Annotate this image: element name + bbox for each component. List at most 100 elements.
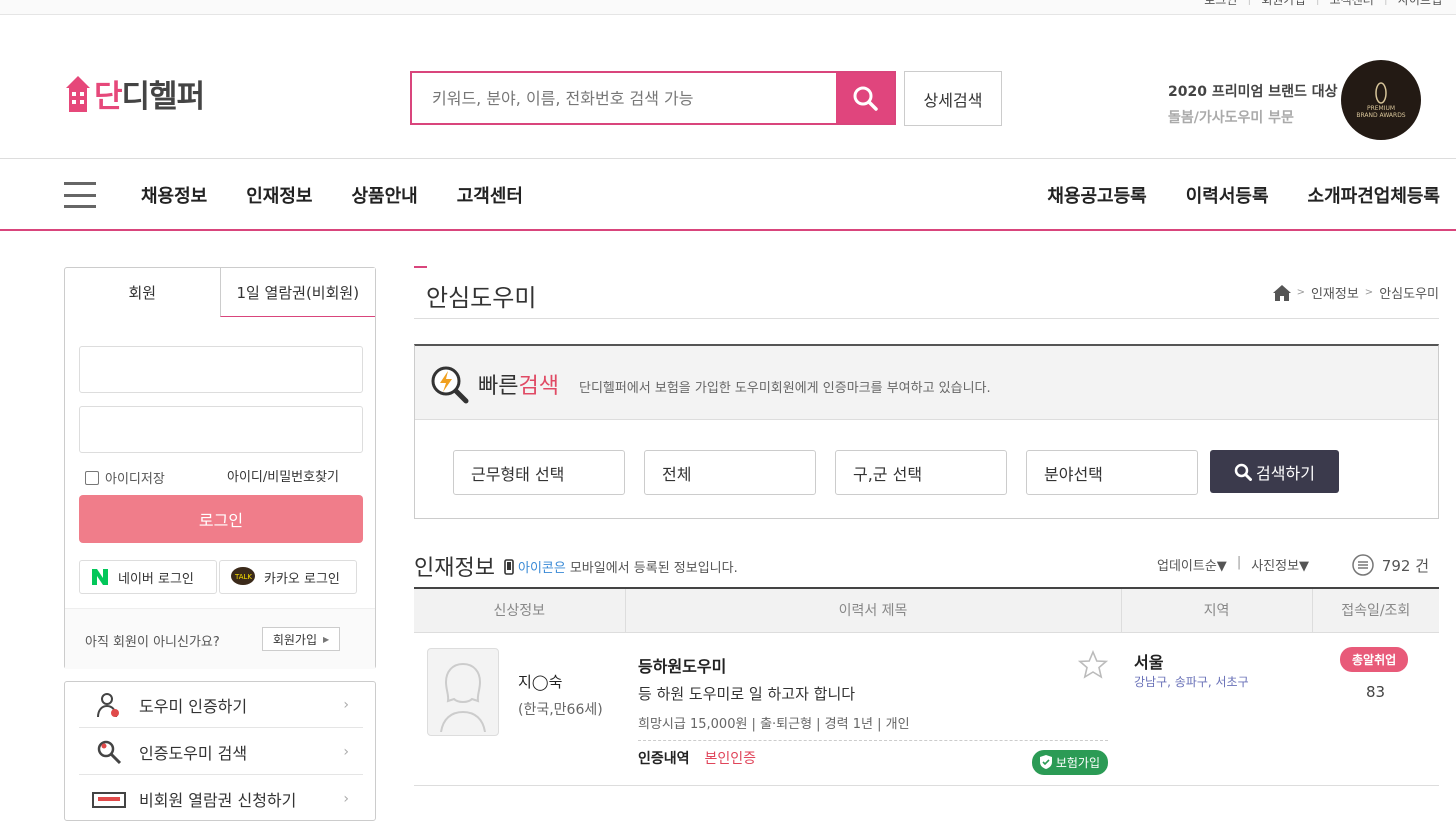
search-box xyxy=(410,71,896,125)
quick-search-desc: 단디헬퍼에서 보험을 가입한 도우미회원에게 인증마크를 부여하고 있습니다. xyxy=(579,381,991,396)
nav-agency-register[interactable]: 소개파견업체등록 xyxy=(1308,182,1440,208)
breadcrumb-current: 안심도우미 xyxy=(1379,287,1439,302)
breadcrumb: > 인재정보 > 안심도우미 xyxy=(1272,283,1439,302)
svg-text:TALK: TALK xyxy=(234,573,252,581)
top-utility-bar: 로그인| 회원가입| 고객센터| 사이트맵 xyxy=(0,0,1456,15)
page-title-bar: 안심도우미 > 인재정보 > 안심도우미 xyxy=(414,266,1439,319)
kakao-login-button[interactable]: TALK 카카오 로그인 xyxy=(219,560,357,594)
utility-link-support[interactable]: 고객센터 xyxy=(1330,0,1374,8)
join-button[interactable]: 회원가입 ▶ xyxy=(262,627,340,651)
side-menu: 도우미 인증하기 › 인증도우미 검색 › 비회원 열람권 신청하기 › xyxy=(64,681,376,821)
quick-search-button[interactable]: 검색하기 xyxy=(1210,450,1339,493)
side-menu-search-verified[interactable]: 인증도우미 검색 › xyxy=(79,729,363,775)
kakao-talk-icon: TALK xyxy=(231,567,255,585)
ticket-icon xyxy=(92,792,126,808)
city-select[interactable]: 전체 xyxy=(644,450,816,495)
search-icon xyxy=(853,86,878,111)
col-profile: 신상정보 xyxy=(414,587,625,633)
award-emblem-icon xyxy=(1375,82,1387,104)
tab-member[interactable]: 회원 xyxy=(65,268,220,317)
password-field[interactable] xyxy=(79,406,363,453)
woman-silhouette-icon xyxy=(440,662,486,732)
certification: 인증내역 본인인증 xyxy=(638,750,757,767)
site-header: 단디헬퍼 상세검색 2020 프리미엄 브랜드 대상 돌봄/가사도우미 부문 P… xyxy=(0,15,1456,159)
list-subtitle: 아이콘은 모바일에서 등록된 정보입니다. xyxy=(504,557,738,576)
person-name: 지◯숙 xyxy=(518,672,563,691)
table-row[interactable]: 지◯숙 (한국,만66세) 등하원도우미 등 하원 도우미로 일 하고자 합니다… xyxy=(414,632,1439,786)
list-header: 인재정보 아이콘은 모바일에서 등록된 정보입니다. 업데이트순▼ | 사진정보▼… xyxy=(414,546,1439,588)
naver-icon xyxy=(92,569,108,585)
col-resume-title: 이력서 제목 xyxy=(624,587,1121,633)
nav-post-job[interactable]: 채용공고등록 xyxy=(1047,182,1146,208)
checkbox-icon xyxy=(85,470,99,485)
main-nav: 채용정보 인재정보 상품안내 고객센터 채용공고등록 이력서등록 소개파견업체등… xyxy=(0,159,1456,231)
resume-desc: 등 하원 도우미로 일 하고자 합니다 xyxy=(638,684,856,703)
arrow-right-icon: ▶ xyxy=(323,634,330,644)
region-city: 서울 xyxy=(1134,652,1164,672)
shield-check-icon xyxy=(1039,755,1052,769)
field-select[interactable]: 분야선택 xyxy=(1026,450,1198,495)
sort-options: 업데이트순▼ | 사진정보▼ xyxy=(1157,555,1310,574)
login-button[interactable]: 로그인 xyxy=(79,495,363,543)
result-count: 792 건 xyxy=(1352,554,1429,576)
utility-link-sitemap[interactable]: 사이트맵 xyxy=(1398,0,1442,8)
login-box: 회원 1일 열람권(비회원) 아이디저장 아이디/비밀번호찾기 로그인 네이버 … xyxy=(64,267,376,669)
search-icon xyxy=(1234,463,1253,481)
main-content: 안심도우미 > 인재정보 > 안심도우미 빠른검색 단디헬퍼에서 보험을 가입한 도… xyxy=(414,266,1439,786)
breadcrumb-talent[interactable]: 인재정보 xyxy=(1311,283,1359,302)
naver-login-button[interactable]: 네이버 로그인 xyxy=(79,560,217,594)
side-menu-guest-pass[interactable]: 비회원 열람권 신청하기 › xyxy=(79,776,363,822)
star-icon[interactable] xyxy=(1078,649,1108,680)
view-count: 83 xyxy=(1365,682,1386,701)
sort-photo[interactable]: 사진정보▼ xyxy=(1251,555,1309,574)
chevron-right-icon: › xyxy=(343,791,349,807)
nav-jobs[interactable]: 채용정보 xyxy=(141,182,207,208)
tab-guest[interactable]: 1일 열람권(비회원) xyxy=(219,268,375,317)
logo-text: 단디헬퍼 xyxy=(94,79,205,115)
chevron-right-icon: › xyxy=(343,696,349,713)
insurance-badge: 보험가입 xyxy=(1031,749,1108,775)
mobile-icon xyxy=(504,558,514,575)
nav-talent[interactable]: 인재정보 xyxy=(246,182,312,208)
sidebar: 회원 1일 열람권(비회원) 아이디저장 아이디/비밀번호찾기 로그인 네이버 … xyxy=(64,267,376,821)
award-badge: PREMIUM BRAND AWARDS xyxy=(1341,60,1421,140)
utility-link-join[interactable]: 회원가입 xyxy=(1261,0,1305,8)
sort-update[interactable]: 업데이트순▼ xyxy=(1157,555,1227,574)
house-logo-icon xyxy=(64,72,92,116)
col-date-views: 접속일/조회 xyxy=(1311,587,1439,633)
search-button[interactable] xyxy=(836,73,894,123)
menu-icon[interactable] xyxy=(64,182,96,208)
lightning-search-icon xyxy=(431,366,469,404)
detail-search-button[interactable]: 상세검색 xyxy=(904,71,1002,126)
list-icon xyxy=(1352,554,1374,576)
nav-products[interactable]: 상품안내 xyxy=(352,182,418,208)
home-icon[interactable] xyxy=(1272,284,1291,301)
award-text: 2020 프리미엄 브랜드 대상 돌봄/가사도우미 부문 xyxy=(1168,84,1338,126)
status-badge: 총알취업 xyxy=(1340,646,1409,672)
work-type-select[interactable]: 근무형태 선택 xyxy=(453,450,625,495)
nav-support[interactable]: 고객센터 xyxy=(457,182,523,208)
site-logo[interactable]: 단디헬퍼 xyxy=(64,71,205,116)
col-region: 지역 xyxy=(1120,587,1312,633)
person-verify-icon xyxy=(97,692,119,717)
resume-title[interactable]: 등하원도우미 xyxy=(638,653,726,677)
find-id-link[interactable]: 아이디/비밀번호찾기 xyxy=(227,466,339,485)
quick-search-title: 빠른검색 xyxy=(478,374,559,399)
quick-search-panel: 빠른검색 단디헬퍼에서 보험을 가입한 도우미회원에게 인증마크를 부여하고 있… xyxy=(414,344,1439,519)
remember-id-checkbox[interactable]: 아이디저장 xyxy=(85,468,165,487)
nav-post-resume[interactable]: 이력서등록 xyxy=(1186,182,1269,208)
district-select[interactable]: 구,군 선택 xyxy=(835,450,1007,495)
side-menu-verify[interactable]: 도우미 인증하기 › xyxy=(79,682,363,728)
utility-link-login[interactable]: 로그인 xyxy=(1204,0,1237,8)
region-districts: 강남구, 송파구, 서초구 xyxy=(1134,674,1249,689)
id-field[interactable] xyxy=(79,346,363,393)
avatar xyxy=(427,647,499,736)
magnifier-icon xyxy=(97,740,122,764)
search-input[interactable] xyxy=(412,73,836,123)
person-age: (한국,만66세) xyxy=(518,701,603,718)
page-title: 안심도우미 xyxy=(426,284,537,312)
talent-table: 신상정보 이력서 제목 지역 접속일/조회 지◯숙 (한국,만66세) 등하원도… xyxy=(414,587,1439,786)
join-prompt: 아직 회원이 아니신가요? 회원가입 ▶ xyxy=(65,608,375,669)
resume-info: 희망시급 15,000원 | 출·퇴근형 | 경력 1년 | 개인 xyxy=(638,716,910,732)
list-title: 인재정보 xyxy=(414,556,495,581)
